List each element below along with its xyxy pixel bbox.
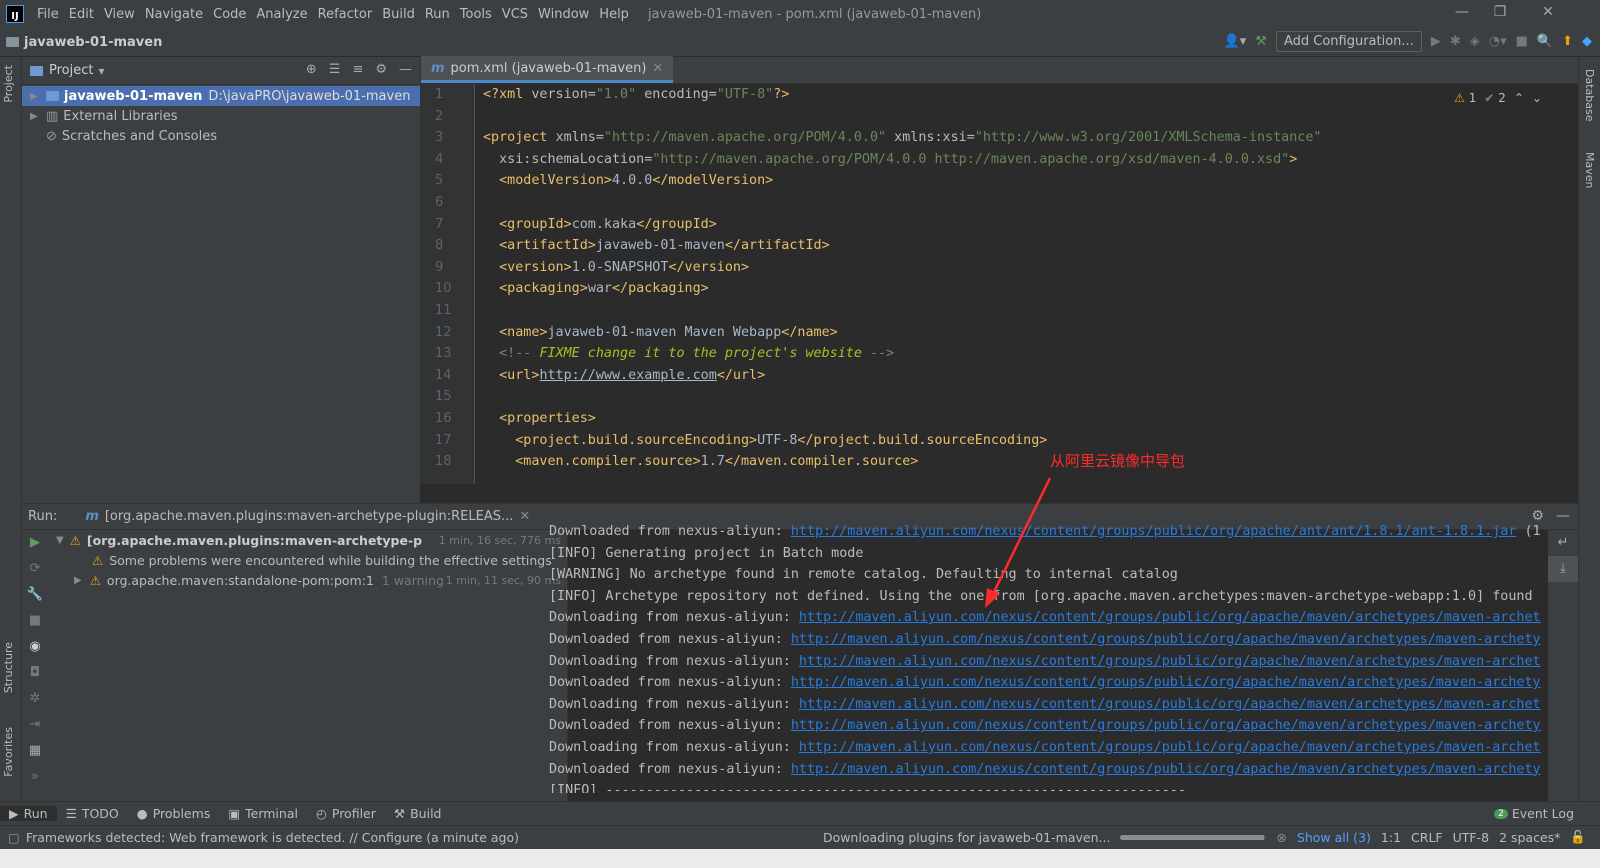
tab-run[interactable]: ▶ Run	[0, 806, 57, 821]
problems-icon: ●	[136, 806, 148, 821]
run-icon: ▶	[9, 806, 19, 821]
progress-fill	[1120, 834, 1264, 840]
tab-todo[interactable]: ☰ TODO	[57, 806, 128, 821]
tab-label: Build	[410, 806, 442, 821]
build-icon: ⚒	[393, 806, 406, 821]
annotation-arrow	[985, 477, 1052, 608]
lock-icon[interactable]: 🔓	[1570, 829, 1586, 845]
frame-icon[interactable]: ▢	[8, 830, 20, 845]
show-all-link[interactable]: Show all (3)	[1297, 830, 1371, 845]
background-task-label[interactable]: Downloading plugins for javaweb-01-maven…	[823, 830, 1110, 845]
file-encoding[interactable]: UTF-8	[1453, 830, 1489, 845]
tab-label: Profiler	[331, 806, 376, 821]
event-log-label: Event Log	[1511, 806, 1574, 821]
event-log-button[interactable]: 2 Event Log	[1494, 806, 1574, 821]
progress-bar	[1120, 834, 1267, 840]
event-count-badge: 2	[1494, 808, 1508, 819]
tab-terminal[interactable]: ▣ Terminal	[219, 806, 307, 821]
status-message[interactable]: Frameworks detected: Web framework is de…	[26, 830, 519, 845]
line-separator[interactable]: CRLF	[1411, 830, 1443, 845]
tab-label: TODO	[81, 806, 119, 821]
tab-label: Terminal	[245, 806, 298, 821]
caret-position[interactable]: 1:1	[1381, 830, 1401, 845]
todo-icon: ☰	[65, 806, 77, 821]
tab-label: Run	[23, 806, 48, 821]
tab-problems[interactable]: ● Problems	[128, 806, 220, 821]
terminal-icon: ▣	[228, 806, 241, 821]
status-bar: ▢ Frameworks detected: Web framework is …	[0, 825, 1600, 849]
cancel-task-icon[interactable]: ⊗	[1276, 830, 1286, 845]
tab-build[interactable]: ⚒ Build	[385, 806, 451, 821]
tab-label: Problems	[152, 806, 211, 821]
profiler-icon: ◴	[315, 806, 327, 821]
os-taskbar-strip	[0, 849, 1600, 868]
indent-setting[interactable]: 2 spaces*	[1499, 830, 1560, 845]
bottom-tool-tabs: ▶ Run ☰ TODO ● Problems ▣ Terminal ◴ Profiler…	[0, 801, 1600, 825]
tab-profiler[interactable]: ◴ Profiler	[307, 806, 385, 821]
